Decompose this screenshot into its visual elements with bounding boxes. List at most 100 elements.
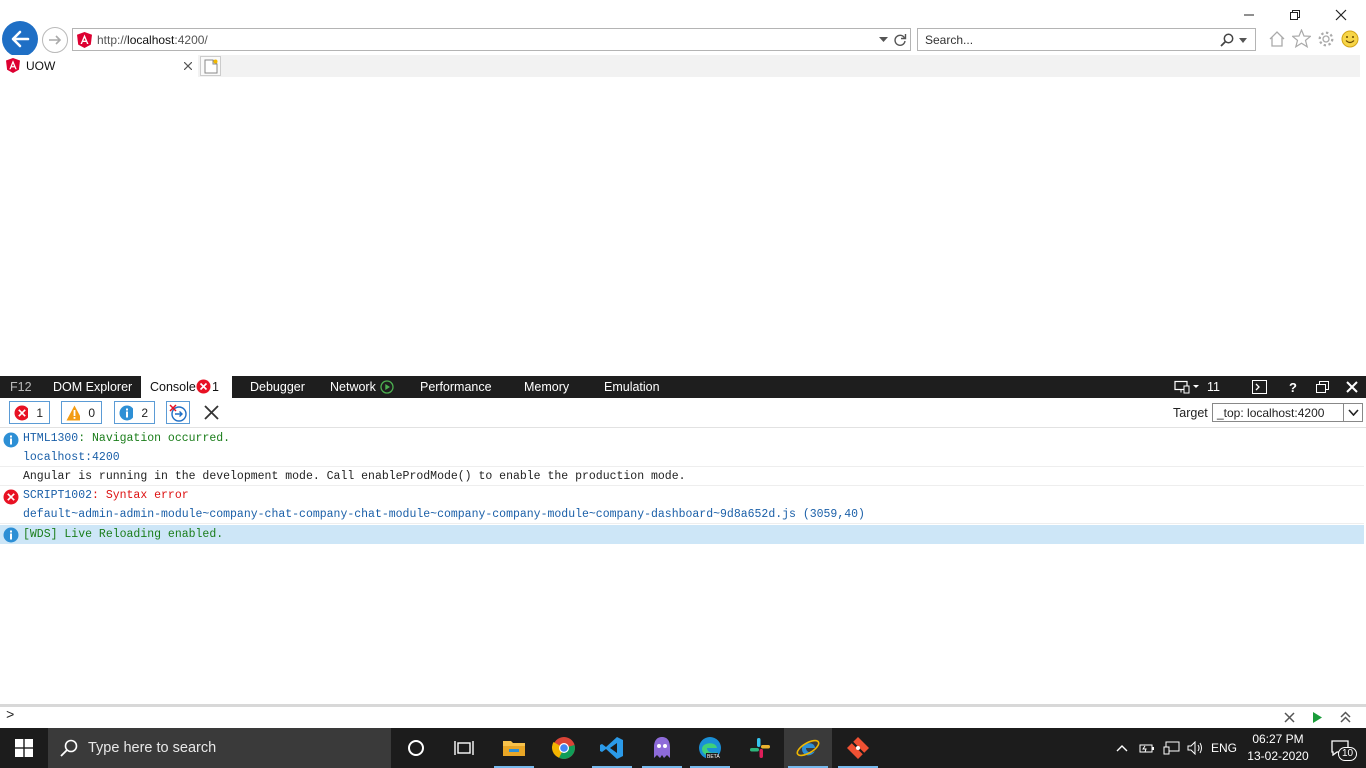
console-prompt: > — [6, 708, 15, 724]
notifications-button[interactable]: 10 — [1320, 728, 1360, 768]
error-icon — [14, 405, 29, 420]
ghost-app[interactable] — [638, 728, 686, 768]
play-record-icon — [380, 380, 394, 394]
edge-beta-app[interactable]: BETA — [686, 728, 734, 768]
message-source-link[interactable]: localhost:4200 — [23, 451, 120, 464]
tab-network-label: Network — [330, 380, 376, 394]
network-icon — [1163, 741, 1179, 755]
refresh-icon[interactable] — [893, 33, 907, 47]
close-tab-icon[interactable] — [184, 62, 192, 70]
cortana-button[interactable] — [392, 728, 440, 768]
clear-on-navigate-button[interactable] — [166, 401, 190, 424]
warning-icon — [66, 405, 81, 420]
battery-tray[interactable] — [1136, 728, 1158, 768]
chevron-down-icon — [1347, 409, 1359, 416]
target-value: _top: localhost:4200 — [1217, 406, 1325, 420]
minimize-button[interactable] — [1226, 4, 1272, 26]
settings-gear-icon[interactable] — [1317, 30, 1335, 48]
volume-tray[interactable] — [1184, 728, 1206, 768]
tab-dom-explorer[interactable]: DOM Explorer — [53, 376, 132, 398]
browser-chrome: http://localhost:4200/ Search... UOW — [0, 0, 1366, 78]
console-toolbar: 1 0 2 Target _top: localhost:4200 — [0, 398, 1366, 428]
message-code-link[interactable]: HTML1300 — [23, 432, 78, 445]
info-icon — [3, 527, 19, 543]
favorites-star-icon[interactable] — [1292, 29, 1311, 48]
tab-strip — [198, 55, 1360, 77]
network-tray[interactable] — [1160, 728, 1182, 768]
forward-arrow-icon — [49, 35, 62, 45]
internet-explorer-icon — [796, 739, 820, 757]
page-viewport[interactable] — [0, 78, 1366, 376]
restore-button[interactable] — [1272, 4, 1318, 26]
tab-network[interactable]: Network — [330, 376, 394, 398]
device-target-icon[interactable] — [1174, 380, 1200, 394]
close-devtools-icon[interactable] — [1346, 381, 1358, 393]
filter-errors-button[interactable]: 1 — [9, 401, 50, 424]
run-icon[interactable] — [1312, 712, 1323, 723]
tab-console[interactable]: Console 1 — [141, 376, 232, 398]
start-button[interactable] — [0, 728, 48, 768]
clear-on-navigate-icon — [169, 403, 187, 422]
message-code-link[interactable]: SCRIPT1002 — [23, 489, 92, 502]
tab-performance[interactable]: Performance — [420, 376, 492, 398]
console-prompt-icon[interactable] — [1252, 380, 1267, 394]
document-mode[interactable]: 11 — [1207, 376, 1220, 398]
internet-explorer-app[interactable] — [784, 728, 832, 768]
clock[interactable]: 06:27 PM 13-02-2020 — [1247, 731, 1309, 765]
search-icon[interactable] — [1220, 33, 1234, 47]
chrome-app[interactable] — [540, 728, 588, 768]
git-icon — [847, 737, 869, 759]
undock-icon[interactable] — [1316, 381, 1329, 393]
svg-text:BETA: BETA — [707, 754, 720, 760]
home-icon[interactable] — [1268, 30, 1286, 48]
forward-button[interactable] — [42, 27, 68, 53]
message-text: SCRIPT1002: Syntax error — [23, 489, 189, 502]
windows-logo-icon — [15, 739, 33, 757]
svg-text:?: ? — [1289, 380, 1297, 394]
console-message-log: Angular is running in the development mo… — [0, 467, 1364, 486]
taskbar-search[interactable]: Type here to search — [48, 728, 391, 768]
filter-info-button[interactable]: 2 — [114, 401, 155, 424]
chevron-down-icon[interactable] — [1239, 38, 1247, 43]
clear-console-icon[interactable] — [204, 405, 219, 420]
help-icon[interactable]: ? — [1288, 380, 1298, 394]
filter-warnings-button[interactable]: 0 — [61, 401, 102, 424]
task-view-icon — [454, 741, 474, 755]
clock-date: 13-02-2020 — [1247, 749, 1309, 763]
console-message-info-selected[interactable]: [WDS] Live Reloading enabled. — [0, 525, 1364, 544]
smiley-feedback-icon[interactable] — [1341, 30, 1359, 48]
devtools-tab-bar: F12 DOM Explorer Console 1 Debugger Netw… — [0, 376, 1366, 398]
target-dropdown-button[interactable] — [1343, 404, 1362, 421]
search-box[interactable]: Search... — [917, 28, 1256, 51]
slack-app[interactable] — [736, 728, 784, 768]
tab-memory[interactable]: Memory — [524, 376, 569, 398]
back-button[interactable] — [2, 21, 38, 57]
message-source-link[interactable]: default~admin-admin-module~company-chat-… — [23, 508, 865, 521]
message-text: Angular is running in the development mo… — [23, 470, 686, 483]
vscode-icon — [600, 737, 623, 759]
vscode-app[interactable] — [588, 728, 636, 768]
file-explorer-app[interactable] — [490, 728, 538, 768]
cortana-circle-icon — [408, 740, 424, 756]
new-tab-button[interactable] — [200, 56, 221, 76]
back-arrow-icon — [11, 30, 30, 48]
address-bar[interactable]: http://localhost:4200/ — [72, 28, 911, 51]
expand-up-icon[interactable] — [1340, 711, 1351, 723]
f12-label: F12 — [10, 380, 32, 394]
language-indicator[interactable]: ENG — [1208, 728, 1240, 768]
new-tab-icon — [204, 59, 218, 74]
task-view-button[interactable] — [440, 728, 488, 768]
clear-input-icon[interactable] — [1284, 712, 1295, 723]
tab-debugger[interactable]: Debugger — [250, 376, 305, 398]
console-input-bar[interactable]: > — [0, 704, 1366, 728]
tab-console-label: Console — [150, 380, 196, 394]
console-message-info: HTML1300: Navigation occurred. localhost… — [0, 429, 1364, 467]
close-window-button[interactable] — [1318, 4, 1364, 26]
browser-tab-uow[interactable]: UOW — [0, 55, 198, 77]
tab-emulation[interactable]: Emulation — [604, 376, 660, 398]
git-app[interactable] — [834, 728, 882, 768]
message-text: [WDS] Live Reloading enabled. — [23, 528, 224, 541]
chevron-down-icon[interactable] — [879, 37, 888, 43]
target-select[interactable]: _top: localhost:4200 — [1212, 403, 1363, 422]
show-hidden-icons-button[interactable] — [1112, 728, 1132, 768]
